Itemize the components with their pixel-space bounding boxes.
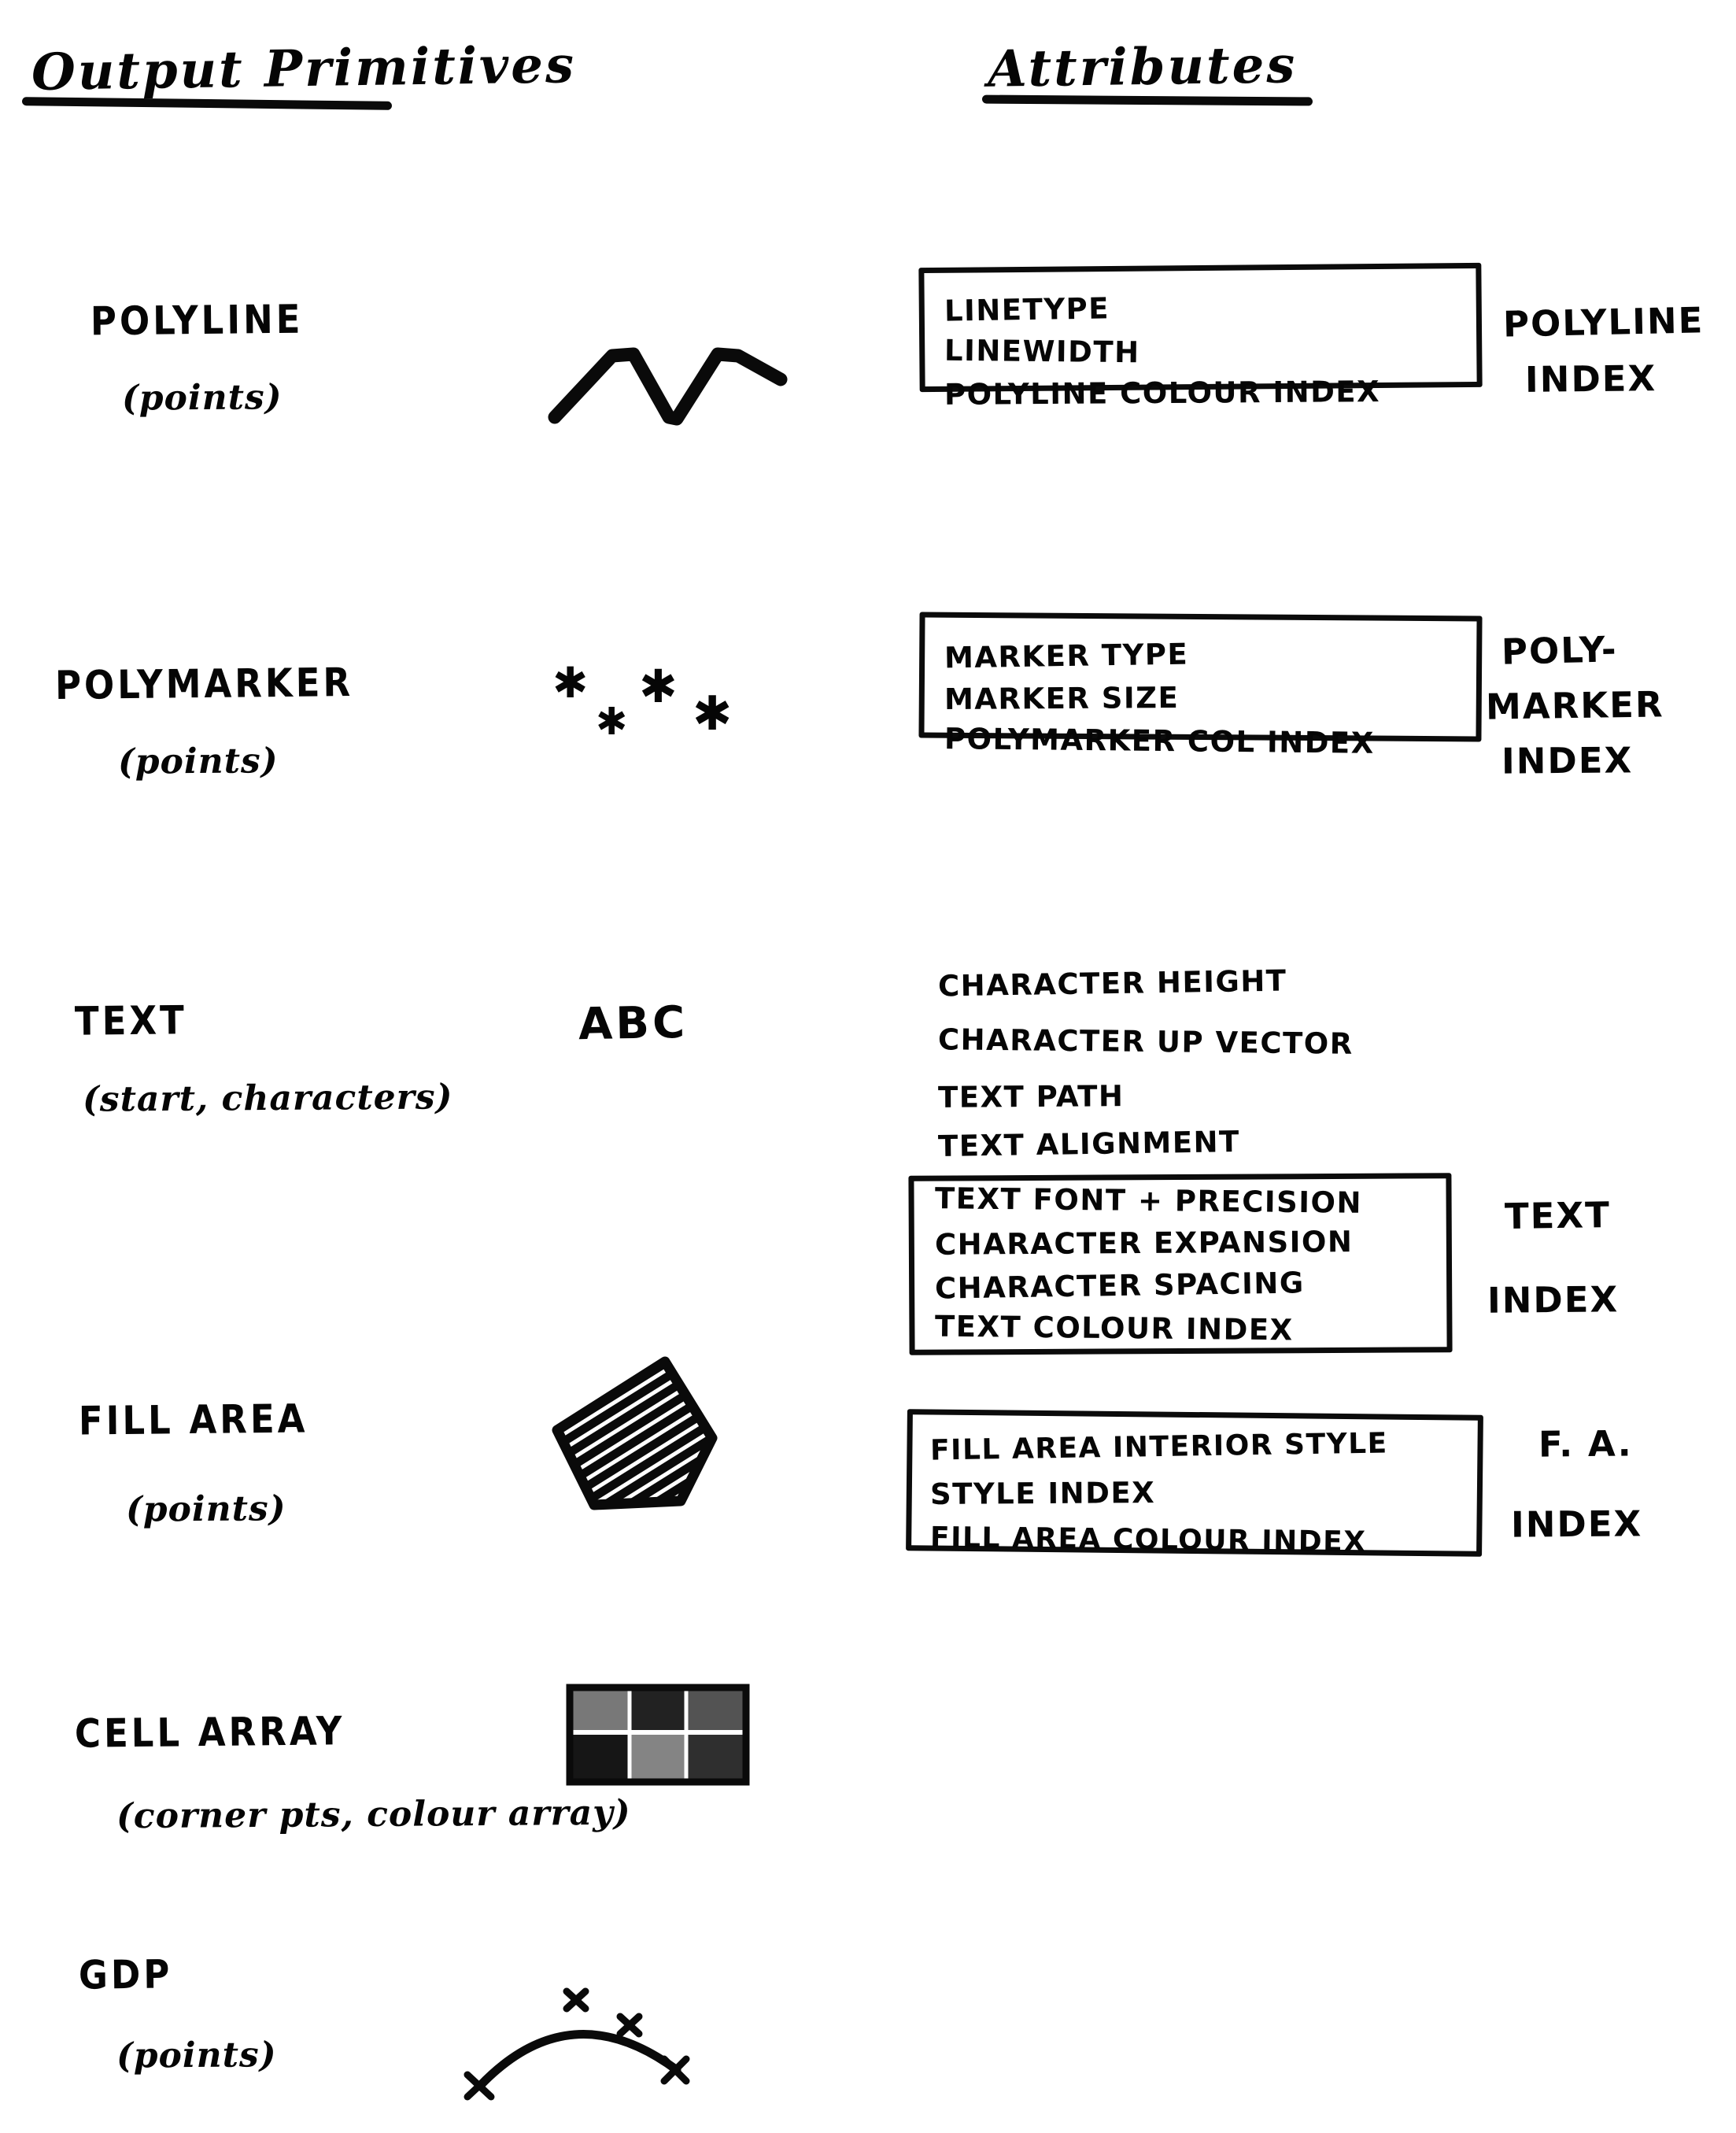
attribute-line: STYLE INDEX	[929, 1476, 1156, 1511]
primitive-args-cell-array: (corner pts, colour array)	[116, 1792, 631, 1837]
attribute-line: CHARACTER HEIGHT	[937, 963, 1287, 1004]
attribute-box-polyline	[918, 262, 1483, 393]
attribute-line: TEXT FONT + PRECISION	[934, 1181, 1363, 1220]
primitive-args-polymarker: (points)	[117, 741, 279, 782]
primitive-name-text: TEXT	[74, 997, 188, 1044]
attribute-line: CHARACTER SPACING	[934, 1266, 1305, 1306]
attribute-line: LINEWIDTH	[944, 333, 1140, 370]
index-label-polyline-line2: INDEX	[1524, 357, 1657, 401]
index-label-polyline-line1: POLYLINE	[1502, 299, 1705, 346]
hatched-pentagon-icon	[551, 1355, 720, 1510]
attribute-line: FILL AREA COLOUR INDEX	[929, 1521, 1367, 1558]
marker-glyph: ✱	[693, 686, 733, 741]
index-label-polymarker-line1: POLY-	[1501, 628, 1619, 673]
page-title-output-primitives: Output Primitives	[31, 35, 577, 102]
index-label-fill-area-line2: INDEX	[1510, 1503, 1643, 1546]
attribute-line: TEXT COLOUR INDEX	[934, 1309, 1294, 1347]
marker-glyph: ✱	[552, 658, 589, 708]
primitive-args-polyline: (points)	[121, 377, 283, 419]
attribute-line: CHARACTER EXPANSION	[934, 1225, 1354, 1262]
abc-text-icon: ABC	[578, 996, 689, 1051]
attribute-line: LINETYPE	[944, 291, 1110, 328]
index-label-text-line2: INDEX	[1487, 1278, 1620, 1322]
page-title-attributes: Attributes	[987, 35, 1298, 99]
attribute-line: TEXT ALIGNMENT	[937, 1124, 1241, 1164]
zigzag-polyline-icon	[548, 338, 788, 426]
marker-glyph: ✱	[596, 700, 628, 744]
primitive-args-text: (start, characters)	[82, 1077, 453, 1120]
index-label-text-line1: TEXT	[1504, 1194, 1612, 1237]
title-underline-left	[21, 97, 393, 110]
attribute-line: MARKER TYPE	[944, 637, 1189, 675]
attribute-line: POLYLINE COLOUR INDEX	[944, 375, 1381, 412]
primitive-name-gdp: GDP	[78, 1951, 173, 1998]
index-label-polymarker-line2: MARKER	[1485, 683, 1664, 728]
primitive-name-polyline: POLYLINE	[90, 296, 304, 345]
asterisk-markers-icon: ✱ ✱ ✱ ✱	[543, 657, 771, 775]
attribute-line: TEXT PATH	[937, 1079, 1125, 1115]
attribute-line: POLYMARKER COL INDEX	[944, 722, 1375, 760]
primitive-args-fill-area: (points)	[125, 1488, 286, 1530]
cell-grid-icon	[566, 1684, 750, 1786]
title-underline-right	[981, 94, 1313, 106]
primitive-name-fill-area: FILL AREA	[78, 1396, 308, 1444]
attribute-line: MARKER SIZE	[944, 680, 1180, 717]
index-label-fill-area-line1: F. A.	[1538, 1422, 1633, 1466]
primitive-args-gdp: (points)	[116, 2035, 277, 2076]
index-label-polymarker-line3: INDEX	[1501, 739, 1634, 782]
marker-glyph: ✱	[639, 660, 678, 713]
primitive-name-polymarker: POLYMARKER	[54, 660, 354, 708]
arc-curve-icon	[456, 1968, 700, 2109]
primitive-name-cell-array: CELL ARRAY	[74, 1708, 345, 1757]
attribute-line: CHARACTER UP VECTOR	[937, 1022, 1354, 1061]
